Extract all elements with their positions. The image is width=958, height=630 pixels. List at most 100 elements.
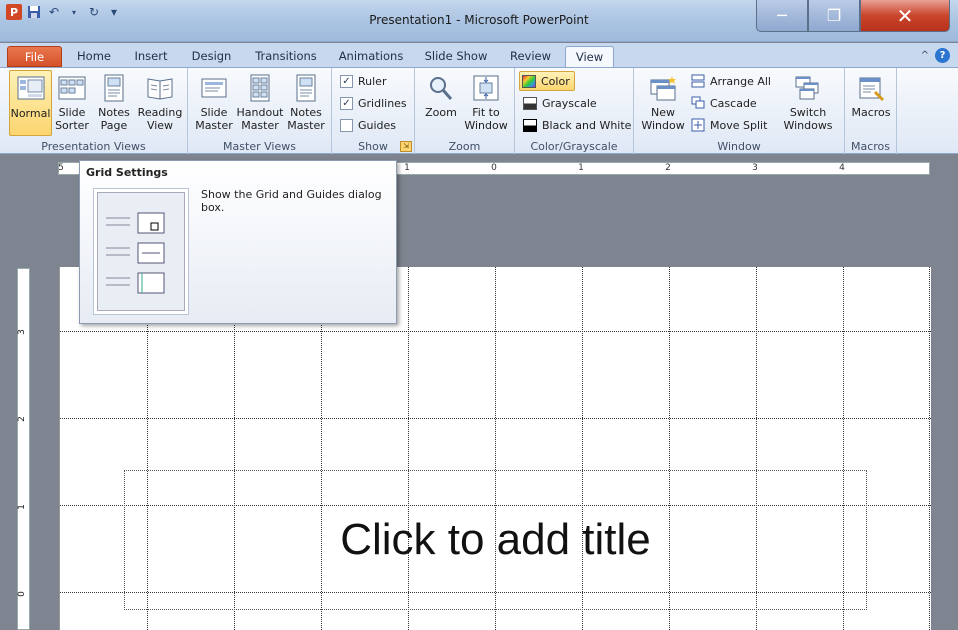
macros-icon (855, 72, 887, 104)
move-split-label: Move Split (710, 118, 768, 132)
normal-view-button[interactable]: Normal (9, 70, 52, 136)
black-and-white-button[interactable]: Black and White (523, 115, 631, 135)
notes-page-button[interactable]: Notes Page (94, 70, 134, 136)
zoom-button[interactable]: Zoom (421, 70, 461, 136)
tab-view[interactable]: View (565, 46, 614, 67)
ruler-number: 5 (58, 163, 64, 173)
fit-to-window-icon (470, 72, 502, 104)
normal-label: Normal (10, 107, 51, 120)
title-placeholder[interactable]: Click to add title (124, 470, 867, 610)
notes-master-label: Notes Master (287, 106, 325, 132)
tab-file[interactable]: File (7, 46, 62, 67)
ruler-number: 3 (752, 163, 758, 173)
ruler-check-icon: ✓ (340, 74, 353, 88)
group-label: Zoom (448, 140, 481, 153)
switch-windows-button[interactable]: Switch Windows (780, 70, 836, 136)
ribbon-tabs: File Home Insert Design Transitions Anim… (0, 43, 958, 67)
group-label: Master Views (223, 140, 296, 153)
grid-dialog-preview-icon (93, 188, 189, 315)
grayscale-icon (523, 96, 537, 110)
gridline (60, 331, 931, 332)
ribbon: Normal Slide Sorter Notes Page Reading V… (0, 67, 958, 154)
tab-insert[interactable]: Insert (126, 46, 176, 67)
new-window-icon (647, 72, 679, 104)
ruler-number: 0 (491, 163, 497, 173)
ruler-number: 1 (578, 163, 584, 173)
notes-master-icon (290, 72, 322, 104)
black-and-white-label: Black and White (542, 118, 632, 132)
guides-label: Guides (358, 118, 397, 132)
tab-home[interactable]: Home (70, 46, 118, 67)
grayscale-label: Grayscale (542, 96, 597, 110)
ruler-number: 1 (404, 163, 410, 173)
group-show: ✓ Ruler ✓ Gridlines Guides Show ⇲ (332, 68, 415, 154)
group-presentation-views: Normal Slide Sorter Notes Page Reading V… (0, 68, 188, 154)
grayscale-button[interactable]: Grayscale (523, 93, 597, 113)
slide-master-label: Slide Master (195, 106, 233, 132)
cascade-button[interactable]: Cascade (691, 93, 757, 113)
switch-windows-icon (792, 72, 824, 104)
slide-sorter-icon (56, 72, 88, 104)
ruler-checkbox[interactable]: ✓ Ruler (340, 71, 386, 91)
gridline (929, 267, 930, 630)
ruler-number: 2 (665, 163, 671, 173)
window-controls: ─ ❐ ✕ (756, 0, 950, 32)
grid-settings-launcher-icon[interactable]: ⇲ (400, 141, 412, 152)
move-split-icon (691, 118, 705, 132)
new-window-label: New Window (641, 106, 685, 132)
title-bar: P ↶ ▾ ↻ ▾ Presentation1 - Microsoft Powe… (0, 0, 958, 42)
magnifier-icon (425, 72, 457, 104)
notes-master-button[interactable]: Notes Master (284, 70, 328, 136)
minimize-icon: ─ (777, 6, 787, 25)
ruler-number: 2 (16, 416, 27, 422)
new-window-button[interactable]: New Window (638, 70, 688, 136)
maximize-button[interactable]: ❐ (808, 0, 860, 32)
group-label: Presentation Views (41, 140, 146, 153)
gridlines-check-icon: ✓ (340, 96, 353, 110)
minimize-ribbon-icon[interactable]: ^ (921, 50, 929, 61)
ruler-label: Ruler (358, 74, 387, 88)
fit-to-window-label: Fit to Window (464, 106, 508, 132)
switch-windows-label: Switch Windows (783, 106, 833, 132)
gridlines-checkbox[interactable]: ✓ Gridlines (340, 93, 407, 113)
reading-view-button[interactable]: Reading View (136, 70, 184, 136)
arrange-all-label: Arrange All (710, 74, 771, 88)
guides-checkbox[interactable]: Guides (340, 115, 396, 135)
grid-settings-tooltip: Grid Settings Show the Grid and Guides d… (79, 160, 397, 324)
gridline (60, 418, 931, 419)
macros-button[interactable]: Macros (849, 70, 893, 136)
close-button[interactable]: ✕ (860, 0, 950, 32)
close-icon: ✕ (896, 3, 914, 28)
ruler-number: 4 (839, 163, 845, 173)
arrange-all-icon (691, 74, 705, 88)
group-zoom: Zoom Fit to Window Zoom (415, 68, 515, 154)
notes-page-icon (98, 72, 130, 104)
reading-view-label: Reading View (137, 106, 183, 132)
ruler-number: 3 (16, 329, 27, 335)
minimize-button[interactable]: ─ (756, 0, 808, 32)
group-label: Color/Grayscale (530, 140, 618, 153)
tab-animations[interactable]: Animations (333, 46, 409, 67)
tab-slide-show[interactable]: Slide Show (417, 46, 495, 67)
handout-master-button[interactable]: Handout Master (236, 70, 284, 136)
tab-review[interactable]: Review (503, 46, 558, 67)
color-label: Color (541, 74, 570, 88)
slide-master-icon (198, 72, 230, 104)
group-color-grayscale: Color Grayscale Black and White Color/Gr… (515, 68, 634, 154)
zoom-label: Zoom (425, 106, 457, 119)
slide-sorter-button[interactable]: Slide Sorter (52, 70, 92, 136)
slide-master-button[interactable]: Slide Master (192, 70, 236, 136)
fit-to-window-button[interactable]: Fit to Window (462, 70, 510, 136)
reading-view-icon (144, 72, 176, 104)
handout-master-icon (244, 72, 276, 104)
maximize-icon: ❐ (826, 6, 842, 25)
ruler-number: 0 (16, 591, 27, 597)
move-split-button[interactable]: Move Split (691, 115, 767, 135)
tab-transitions[interactable]: Transitions (247, 46, 325, 67)
help-icon[interactable]: ? (935, 48, 950, 63)
color-button[interactable]: Color (519, 71, 575, 91)
tab-design[interactable]: Design (184, 46, 239, 67)
tooltip-description: Show the Grid and Guides dialog box. (201, 188, 382, 214)
arrange-all-button[interactable]: Arrange All (691, 71, 771, 91)
vertical-ruler[interactable]: 3 2 1 0 (17, 268, 30, 630)
